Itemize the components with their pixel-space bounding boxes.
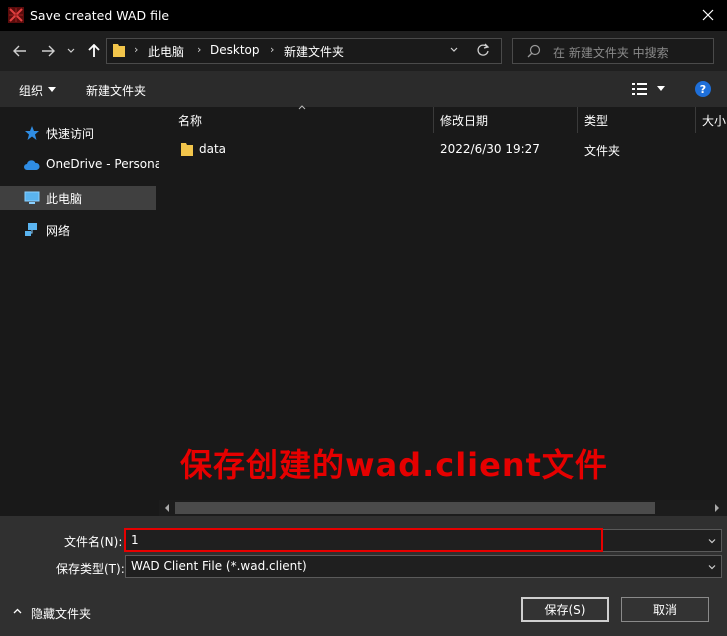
column-header-modified[interactable]: 修改日期: [440, 112, 488, 129]
filetype-select[interactable]: WAD Client File (*.wad.client): [125, 555, 722, 578]
arrow-left-icon: [13, 45, 26, 57]
column-header-size[interactable]: 大小: [702, 112, 727, 129]
sidebar-item-quick-access[interactable]: 快速访问: [0, 121, 156, 145]
up-button[interactable]: [84, 40, 104, 62]
search-placeholder: 在 新建文件夹 中搜索: [553, 46, 669, 60]
chevron-down-icon: [708, 565, 716, 570]
sidebar-item-label: OneDrive - Personal: [46, 157, 166, 171]
breadcrumb-new-folder[interactable]: 新建文件夹: [284, 43, 344, 60]
organize-button[interactable]: 组织: [12, 78, 62, 100]
view-list-icon: [632, 83, 647, 95]
sidebar-item-label: 快速访问: [46, 127, 95, 141]
breadcrumb-separator-icon: ›: [134, 43, 139, 56]
hide-folders-button[interactable]: 隐藏文件夹: [10, 604, 100, 622]
address-dropdown-button[interactable]: [450, 42, 464, 58]
folder-icon: [181, 143, 193, 156]
caret-down-icon: [48, 87, 56, 92]
help-icon: ?: [699, 82, 707, 96]
sort-ascending-icon: [298, 105, 306, 110]
cloud-icon: [24, 160, 40, 170]
star-icon: [25, 126, 39, 140]
search-icon: [527, 44, 541, 58]
chevron-down-icon[interactable]: [708, 539, 716, 544]
computer-icon: [24, 191, 40, 204]
cancel-button[interactable]: 取消: [621, 597, 709, 622]
sidebar-item-label: 此电脑: [46, 192, 83, 206]
sidebar-item-onedrive[interactable]: OneDrive - Personal: [0, 153, 165, 177]
highlight-box: [124, 528, 603, 552]
hide-folders-label: 隐藏文件夹: [31, 607, 92, 621]
file-modified: 2022/6/30 19:27: [440, 142, 540, 156]
column-divider[interactable]: [433, 107, 434, 133]
file-name: data: [199, 142, 227, 156]
network-icon: [25, 223, 37, 236]
view-options-button[interactable]: [630, 80, 670, 98]
file-type: 文件夹: [584, 144, 621, 158]
filename-label: 文件名(N):: [64, 535, 123, 549]
back-button[interactable]: [10, 40, 30, 62]
recent-locations-button[interactable]: [64, 40, 78, 62]
scroll-left-icon[interactable]: [164, 504, 170, 512]
arrow-right-icon: [42, 45, 55, 57]
chevron-up-icon: [13, 608, 22, 614]
annotation-text: 保存创建的wad.client文件: [180, 446, 608, 484]
filetype-value: WAD Client File (*.wad.client): [131, 559, 307, 573]
column-header-name[interactable]: 名称: [178, 112, 202, 129]
breadcrumb-separator-icon: ›: [197, 43, 202, 56]
sidebar-item-label: 网络: [46, 224, 71, 238]
scroll-right-icon[interactable]: [714, 504, 720, 512]
help-button[interactable]: ?: [695, 81, 711, 97]
organize-label: 组织: [19, 84, 44, 98]
refresh-icon: [477, 43, 490, 56]
breadcrumb-separator-icon: ›: [270, 43, 275, 56]
caret-down-icon: [657, 86, 665, 91]
close-icon: [702, 9, 714, 21]
forward-button[interactable]: [38, 40, 58, 62]
app-icon: [8, 7, 24, 23]
breadcrumb-this-pc[interactable]: 此电脑: [148, 43, 184, 60]
window-title: Save created WAD file: [30, 8, 170, 23]
sidebar-item-network[interactable]: 网络: [0, 218, 156, 242]
save-button[interactable]: 保存(S): [521, 597, 609, 622]
new-folder-button[interactable]: 新建文件夹: [86, 82, 146, 99]
sidebar-item-this-pc[interactable]: 此电脑: [0, 186, 156, 210]
column-divider[interactable]: [695, 107, 696, 133]
scrollbar-thumb[interactable]: [175, 502, 655, 514]
close-button[interactable]: [694, 2, 722, 28]
filetype-label: 保存类型(T):: [56, 562, 125, 576]
refresh-button[interactable]: [476, 43, 492, 59]
breadcrumb-desktop[interactable]: Desktop: [210, 43, 260, 57]
folder-icon: [113, 44, 125, 57]
chevron-down-icon: [67, 48, 75, 53]
column-divider[interactable]: [577, 107, 578, 133]
column-header-type[interactable]: 类型: [584, 112, 608, 129]
arrow-up-icon: [88, 44, 100, 57]
chevron-down-icon: [450, 47, 458, 52]
